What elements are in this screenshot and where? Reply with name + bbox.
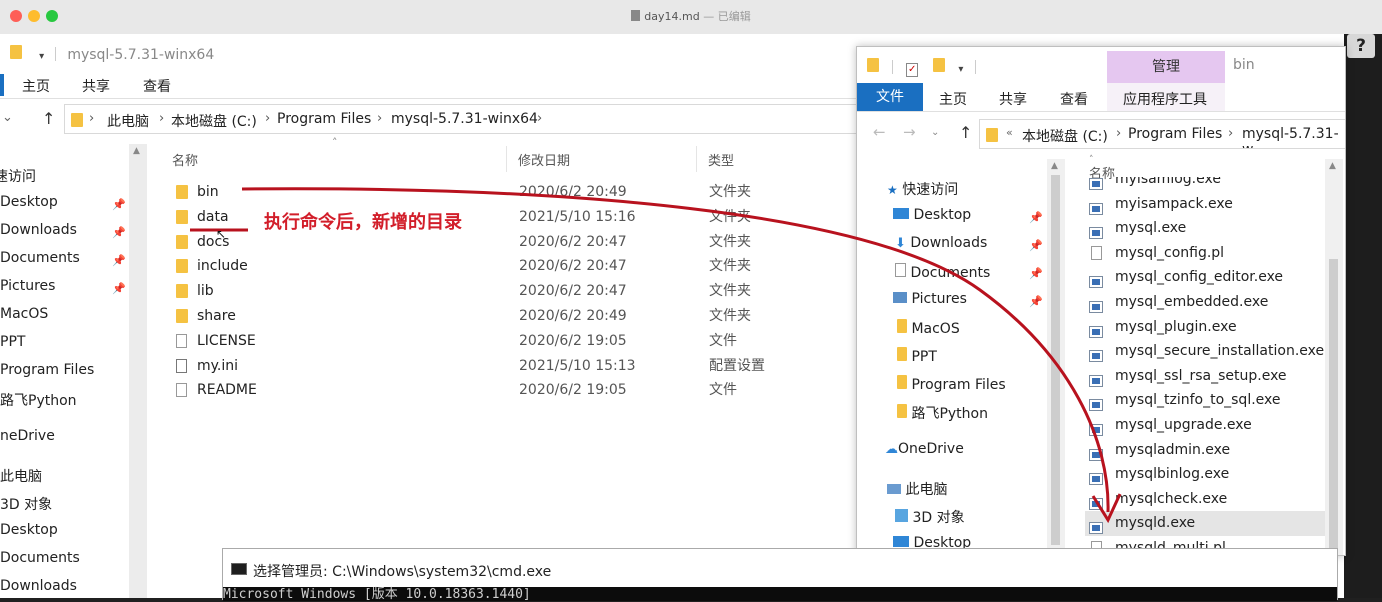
annotation-arrow <box>190 187 1122 524</box>
cmd-title: 选择管理员: C:\Windows\system32\cmd.exe <box>253 564 552 580</box>
cmd-console[interactable]: Microsoft Windows [版本 10.0.18363.1440] <box>223 587 1337 602</box>
cmd-window: 选择管理员: C:\Windows\system32\cmd.exe Micro… <box>222 548 1338 602</box>
terminal-icon <box>231 563 247 575</box>
arrow-path <box>241 187 1110 513</box>
console-line: Microsoft Windows [版本 10.0.18363.1440] <box>223 587 531 602</box>
cursor-icon: ↖ <box>216 227 227 241</box>
